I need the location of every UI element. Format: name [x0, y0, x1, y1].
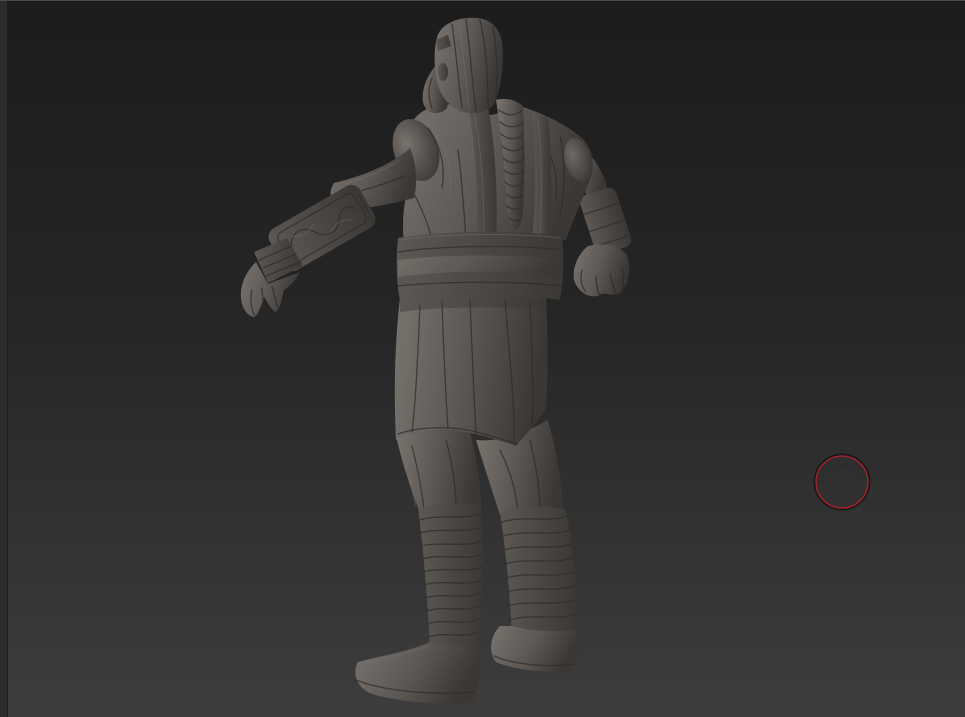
- torso[interactable]: [384, 104, 596, 242]
- left-boot-foot[interactable]: [355, 642, 480, 704]
- tunic[interactable]: [394, 293, 548, 446]
- sculpt-viewport[interactable]: [0, 0, 965, 717]
- left-arm[interactable]: [240, 148, 417, 317]
- left-boot-shaft[interactable]: [418, 503, 484, 652]
- head[interactable]: [422, 17, 503, 114]
- belt[interactable]: [396, 231, 564, 300]
- brush-cursor-icon: [813, 453, 871, 511]
- brush-cursor-outer-ring: [815, 455, 869, 509]
- sculpted-character-model[interactable]: [240, 17, 633, 704]
- brush-cursor-halo: [813, 453, 871, 511]
- left-pant-leg[interactable]: [396, 428, 481, 514]
- right-leg[interactable]: [476, 420, 579, 672]
- right-boot-shaft[interactable]: [500, 506, 577, 638]
- brush-cursor-inner-ring: [830, 470, 854, 494]
- viewport-canvas[interactable]: [0, 0, 965, 717]
- left-leg[interactable]: [355, 428, 484, 704]
- ear: [438, 63, 448, 81]
